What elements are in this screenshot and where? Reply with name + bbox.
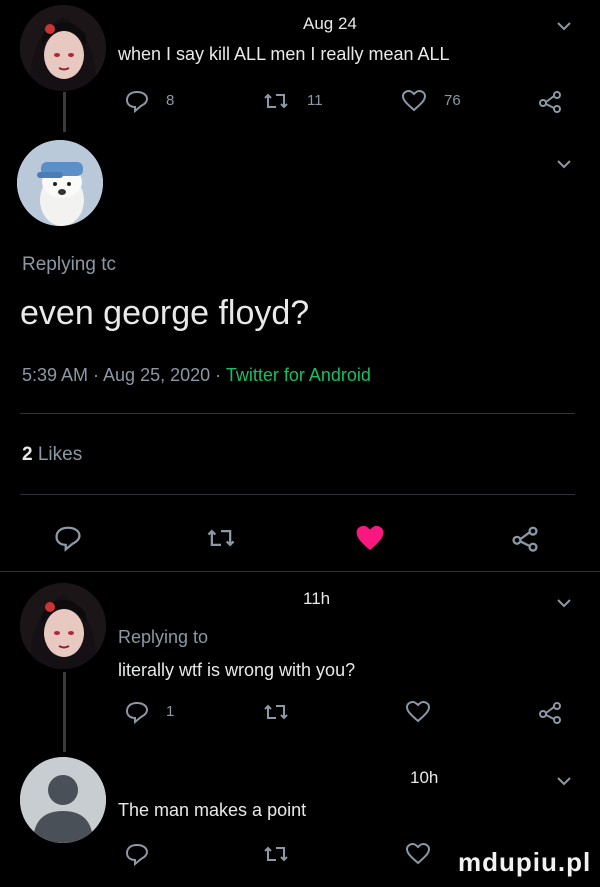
thread-line xyxy=(63,672,66,752)
share-icon[interactable] xyxy=(509,522,541,554)
reply-text: The man makes a point xyxy=(118,800,307,820)
tweet-text: when I say kill ALL men I really mean AL… xyxy=(118,44,450,64)
chevron-down-icon[interactable] xyxy=(555,17,573,35)
replying-to-label[interactable]: Replying to xyxy=(118,627,208,648)
retweet-icon[interactable] xyxy=(262,87,290,115)
watermark-logo: mdupiu.pl xyxy=(458,847,592,877)
reply-count: 8 xyxy=(166,92,175,109)
retweet-count: 11 xyxy=(307,92,323,109)
retweet-icon[interactable] xyxy=(262,698,290,726)
avatar-default-user[interactable] xyxy=(20,757,106,843)
heart-icon[interactable] xyxy=(400,87,428,115)
divider xyxy=(0,571,600,572)
reply-text: literally wtf is wrong with you? xyxy=(118,660,356,680)
reply-count: 1 xyxy=(166,703,175,720)
avatar-dog-image xyxy=(17,140,103,226)
avatar-anime-image xyxy=(20,583,106,669)
reply-time: 10h xyxy=(410,768,439,787)
reply-icon[interactable] xyxy=(123,840,151,868)
tweet-timestamp: 5:39 AM · Aug 25, 2020 · xyxy=(22,365,226,385)
retweet-icon[interactable] xyxy=(262,840,290,868)
tweet-time: Aug 24 xyxy=(303,14,357,33)
avatar-anime-user[interactable] xyxy=(20,5,106,91)
likes-number: 2 xyxy=(22,444,33,465)
avatar-anime-image xyxy=(20,5,106,91)
chevron-down-icon[interactable] xyxy=(555,155,573,173)
heart-filled-icon[interactable] xyxy=(353,521,387,555)
divider xyxy=(20,494,575,495)
avatar-anime-user[interactable] xyxy=(20,583,106,669)
avatar-dog-user[interactable] xyxy=(17,140,103,226)
default-profile-icon xyxy=(20,757,106,843)
chevron-down-icon[interactable] xyxy=(555,594,573,612)
reply-time: 11h xyxy=(303,589,331,608)
heart-icon[interactable] xyxy=(404,698,432,726)
chevron-down-icon[interactable] xyxy=(555,772,573,790)
share-icon[interactable] xyxy=(536,87,564,115)
reply-icon[interactable] xyxy=(123,87,151,115)
main-tweet-text: even george floyd? xyxy=(20,294,310,332)
reply-icon[interactable] xyxy=(52,522,84,554)
divider xyxy=(20,413,575,414)
tweet-source-link[interactable]: Twitter for Android xyxy=(226,365,371,385)
retweet-icon[interactable] xyxy=(205,522,237,554)
likes-stat[interactable]: 2 Likes xyxy=(22,444,82,466)
like-count: 76 xyxy=(444,92,461,109)
share-icon[interactable] xyxy=(536,698,564,726)
replying-to-label[interactable]: Replying tc xyxy=(22,254,116,276)
likes-label: Likes xyxy=(37,444,83,465)
thread-line xyxy=(63,92,66,132)
reply-icon[interactable] xyxy=(123,698,151,726)
heart-icon[interactable] xyxy=(404,840,432,868)
tweet-timestamp-line: 5:39 AM · Aug 25, 2020 · Twitter for And… xyxy=(22,365,371,386)
